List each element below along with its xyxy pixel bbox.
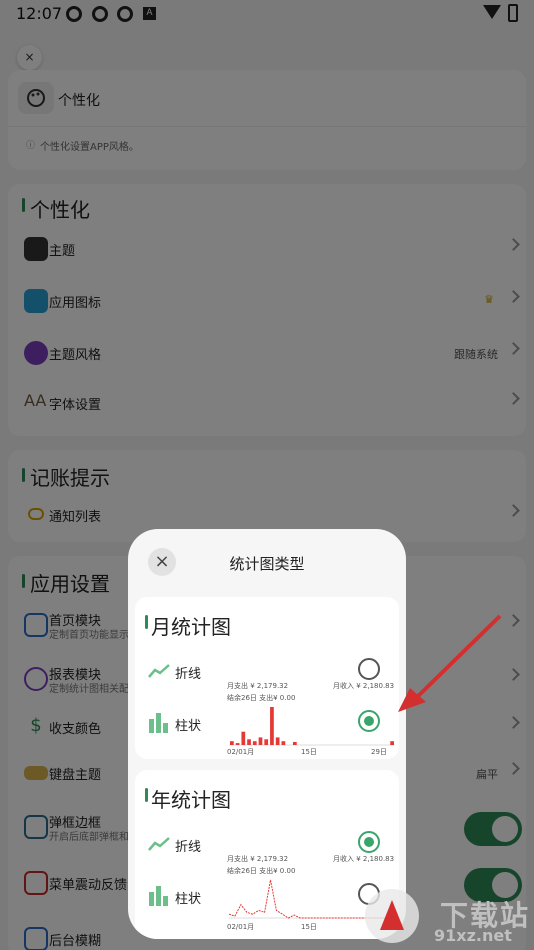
income-label: 月收入 ¥ 2,180.83 [333,855,395,863]
line-chart-icon [148,837,170,851]
chart-bar [252,741,257,745]
bar-chart-icon [149,713,168,733]
axis-mid-label: 15日 [301,923,317,931]
chart-bar [281,741,286,745]
chart-bar [275,737,280,745]
chart-bar [292,741,297,745]
line-chart-icon [148,664,170,678]
bar-chart-icon [149,886,168,906]
chart-bar [258,737,263,745]
yearly-chart-title: 年统计图 [151,788,231,812]
axis-end-label: 29日 [371,748,387,756]
chart-bar [235,743,240,745]
chart-bar [247,739,251,745]
summary-label: 结余26日 支出¥ 0.00 [227,694,296,702]
monthly-chart-card: 月统计图 折线 柱状 月支出 ¥ 2,179.32 月收入 ¥ 2,180.83… [135,597,399,759]
axis-mid-label: 15日 [301,748,317,756]
expense-label: 月支出 ¥ 2,179.32 [227,682,289,690]
annotation-arrow [398,614,502,712]
yearly-chart-card: 年统计图 折线 柱状 月支出 ¥ 2,179.32 月收入 ¥ 2,180.83… [135,770,399,939]
chart-bar [264,739,269,745]
chart-bar [390,741,394,745]
watermark-url: 91xz.net [434,926,512,945]
chart-type-dialog: × 统计图类型 月统计图 折线 柱状 月支出 ¥ 2,179.32 月收入 ¥ … [128,529,406,939]
dialog-title: 统计图类型 [229,555,305,573]
monthly-line-radio[interactable] [358,658,380,680]
axis-start-label: 02/01月 [227,748,255,756]
monthly-bar-chart [229,707,395,746]
chart-bar [230,741,234,745]
chart-bar [241,731,246,745]
summary-label: 结余26日 支出¥ 0.00 [227,867,296,875]
expense-label: 月支出 ¥ 2,179.32 [227,855,289,863]
watermark-logo [365,889,419,943]
chart-bar [270,707,274,745]
axis-start-label: 02/01月 [227,923,255,931]
yearly-line-radio[interactable] [358,831,380,853]
monthly-chart-title: 月统计图 [151,615,231,639]
income-label: 月收入 ¥ 2,180.83 [333,682,395,690]
